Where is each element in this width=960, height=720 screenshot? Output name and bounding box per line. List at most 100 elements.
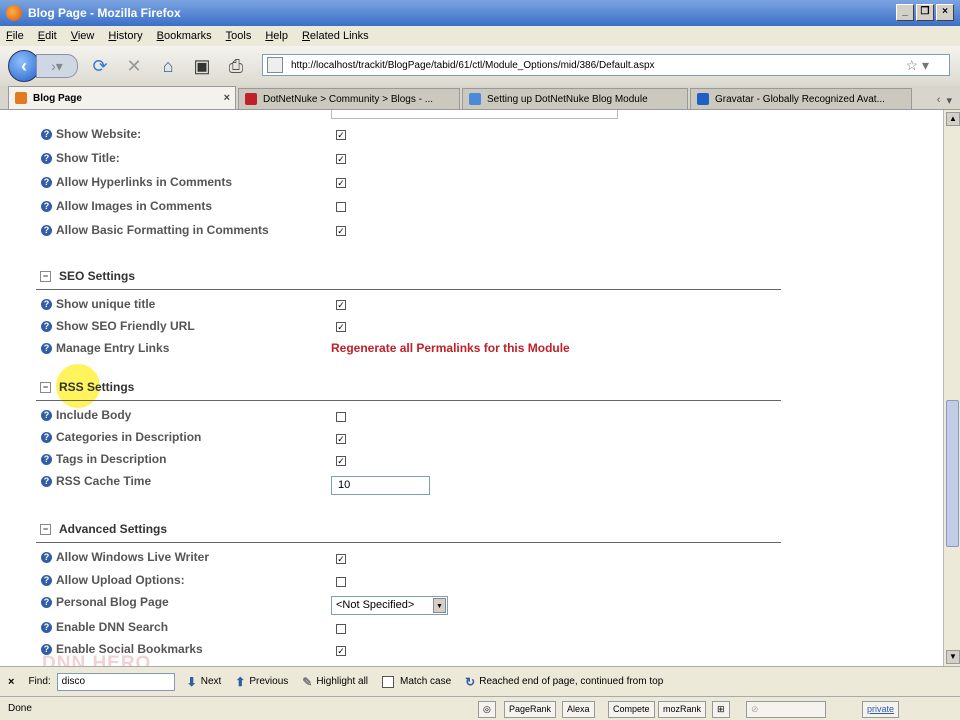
find-close-icon[interactable]: × [8, 676, 14, 688]
close-icon[interactable]: × [936, 4, 954, 21]
match-case-option[interactable]: Match case [382, 675, 451, 688]
pagerank-badge[interactable]: PageRank [504, 701, 557, 718]
show-seo-friendly-url-checkbox[interactable]: ✓ [336, 322, 346, 332]
menu-history[interactable]: History [108, 30, 142, 42]
vertical-scrollbar[interactable]: ▲ ▼ [943, 110, 960, 666]
help-icon[interactable]: ? [41, 176, 52, 188]
categories-in-description-checkbox[interactable]: ✓ [336, 434, 346, 444]
show-unique-title-checkbox[interactable]: ✓ [336, 300, 346, 310]
find-previous-button[interactable]: ⬆ Previous [235, 675, 288, 689]
help-icon[interactable]: ? [41, 224, 52, 236]
show-website-checkbox[interactable]: ✓ [336, 130, 346, 140]
menu-help[interactable]: Help [265, 30, 288, 42]
menu-bookmarks[interactable]: Bookmarks [157, 30, 212, 42]
menu-edit[interactable]: Edit [38, 30, 57, 42]
help-icon[interactable]: ? [41, 200, 52, 212]
setting-allow-hyperlinks: ? Allow Hyperlinks in Comments [41, 175, 232, 189]
seo-settings-header[interactable]: − SEO Settings [40, 269, 135, 283]
help-icon[interactable]: ? [41, 431, 52, 443]
print-icon[interactable]: ⎙ [224, 54, 248, 78]
window-title: Blog Page - Mozilla Firefox [28, 6, 181, 20]
tab-scroll-left-icon[interactable]: ‹ [937, 94, 941, 107]
rss-cache-time-input[interactable]: 10 [331, 476, 430, 495]
page-icon [267, 57, 283, 73]
restore-icon[interactable]: ❐ [916, 4, 934, 21]
tab-gravatar[interactable]: Gravatar - Globally Recognized Avat... [690, 88, 912, 109]
addon-icon[interactable]: ⊞ [712, 701, 730, 718]
personal-blog-page-select[interactable]: <Not Specified> ▼ [331, 596, 448, 615]
tab-blog-page[interactable]: Blog Page × [8, 86, 236, 109]
collapse-icon[interactable]: − [40, 523, 51, 535]
tab-list-icon[interactable]: ▾ [946, 94, 952, 107]
home-icon[interactable]: ⌂ [156, 54, 180, 78]
menu-related-links[interactable]: Related Links [302, 30, 369, 42]
blocked-icon[interactable]: ⊘ [746, 701, 826, 718]
forward-button[interactable]: ›▾ [36, 54, 78, 78]
menu-tools[interactable]: Tools [226, 30, 252, 42]
help-icon[interactable]: ? [41, 453, 52, 465]
help-icon[interactable]: ? [41, 342, 52, 354]
arrow-up-icon: ⬆ [235, 674, 246, 689]
allow-basic-formatting-checkbox[interactable]: ✓ [336, 226, 346, 236]
arrow-down-icon: ⬇ [186, 674, 197, 689]
include-body-checkbox[interactable] [336, 412, 346, 422]
menu-file[interactable]: File [6, 30, 24, 42]
scroll-up-icon[interactable]: ▲ [946, 112, 960, 126]
help-icon[interactable]: ? [41, 475, 52, 487]
url-bar[interactable]: http://localhost/trackit/BlogPage/tabid/… [262, 54, 950, 76]
help-icon[interactable]: ? [41, 298, 52, 310]
help-icon[interactable]: ? [41, 320, 52, 332]
advanced-settings-header[interactable]: − Advanced Settings [40, 522, 167, 536]
tab-close-icon[interactable]: × [224, 92, 230, 104]
stop-icon[interactable]: ✕ [122, 54, 146, 78]
help-icon[interactable]: ? [41, 128, 52, 140]
find-next-button[interactable]: ⬇ Next [187, 675, 222, 689]
regenerate-permalinks-link[interactable]: Regenerate all Permalinks for this Modul… [331, 341, 570, 355]
help-icon[interactable]: ? [41, 596, 52, 608]
match-case-checkbox[interactable] [382, 675, 395, 688]
tab-favicon-icon [697, 93, 709, 105]
tab-favicon-icon [15, 92, 27, 104]
rss-settings-header[interactable]: − RSS Settings [40, 380, 134, 394]
scroll-down-icon[interactable]: ▼ [946, 650, 960, 664]
setting-show-website: ? Show Website: [41, 127, 141, 141]
setting-personal-blog-page: ? Personal Blog Page [41, 595, 169, 609]
allow-images-checkbox[interactable] [336, 202, 346, 212]
menu-view[interactable]: View [71, 30, 95, 42]
setting-categories-in-description: ? Categories in Description [41, 430, 201, 444]
collapse-icon[interactable]: − [40, 270, 51, 282]
scrollbar-thumb[interactable] [946, 400, 959, 547]
enable-social-bookmarks-checkbox[interactable]: ✓ [336, 646, 346, 656]
tab-setting-up-blog[interactable]: Setting up DotNetNuke Blog Module [462, 88, 688, 109]
help-icon[interactable]: ? [41, 621, 52, 633]
allow-upload-options-checkbox[interactable] [336, 577, 346, 587]
compete-badge[interactable]: Compete [608, 701, 655, 718]
status-bar: Done ◎ PageRank Alexa Compete mozRank ⊞ … [0, 696, 960, 720]
private-label[interactable]: private [862, 701, 900, 718]
alexa-badge[interactable]: Alexa [562, 701, 595, 718]
help-icon[interactable]: ? [41, 152, 52, 164]
mozrank-badge[interactable]: mozRank [658, 701, 707, 718]
setting-manage-entry-links: ? Manage Entry Links [41, 341, 169, 355]
setting-include-body: ? Include Body [41, 408, 131, 422]
tags-in-description-checkbox[interactable]: ✓ [336, 456, 346, 466]
screenshot-icon[interactable]: ▣ [190, 54, 214, 78]
help-icon[interactable]: ? [41, 551, 52, 563]
find-input[interactable]: disco [56, 672, 175, 691]
bookmark-star-icon[interactable]: ☆ ▾ [906, 57, 929, 74]
tab-dotnetnuke-community[interactable]: DotNetNuke > Community > Blogs - ... [238, 88, 460, 109]
reload-icon[interactable]: ⟳ [88, 54, 112, 78]
partial-input-field[interactable] [331, 110, 618, 119]
help-icon[interactable]: ? [41, 409, 52, 421]
tab-scroll-controls[interactable]: ‹ ▾ [937, 94, 952, 107]
minimize-icon[interactable]: _ [896, 4, 914, 21]
toolbar-addon-icon[interactable]: ◎ [478, 701, 496, 718]
show-title-checkbox[interactable]: ✓ [336, 154, 346, 164]
collapse-icon[interactable]: − [40, 381, 51, 393]
dropdown-arrow-icon[interactable]: ▼ [433, 598, 446, 613]
highlight-all-button[interactable]: ✎ Highlight all [302, 675, 368, 689]
help-icon[interactable]: ? [41, 574, 52, 586]
allow-hyperlinks-checkbox[interactable]: ✓ [336, 178, 346, 188]
allow-windows-live-writer-checkbox[interactable]: ✓ [336, 554, 346, 564]
enable-dnn-search-checkbox[interactable] [336, 624, 346, 634]
